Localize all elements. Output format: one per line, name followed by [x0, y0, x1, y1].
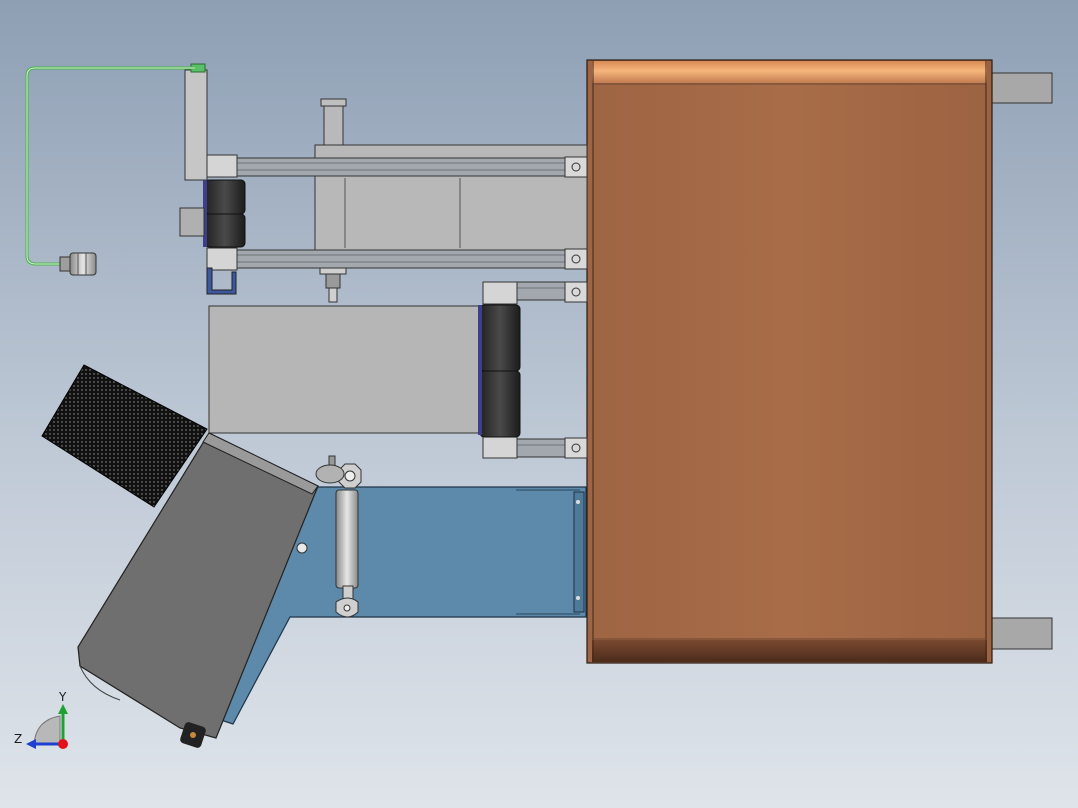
assembly-drawing: Y Z — [14, 59, 1053, 749]
vertical-post — [184, 69, 208, 181]
upper-rail-bottom — [235, 249, 587, 269]
middle-drive-unit — [208, 281, 588, 459]
housing-top-rim — [592, 61, 987, 83]
y-axis-label: Y — [58, 690, 67, 704]
x-axis-origin — [58, 739, 68, 749]
middle-roller-1 — [479, 304, 521, 372]
upper-roller-2 — [204, 213, 246, 248]
housing-mount-tab-bottom — [990, 617, 1053, 650]
axis-triad[interactable]: Y Z — [14, 690, 68, 749]
z-axis-label: Z — [14, 732, 22, 746]
top-cylinder — [323, 105, 344, 149]
cad-viewport[interactable]: Y Z — [0, 0, 1078, 808]
middle-gray-body — [208, 305, 482, 434]
sensor-cable — [25, 66, 195, 276]
middle-roller-2 — [479, 370, 521, 438]
housing-mount-tab-top — [990, 72, 1053, 104]
upper-rail-top — [235, 157, 587, 177]
upper-drive-unit — [179, 63, 588, 303]
housing-body — [586, 59, 993, 664]
copper-housing — [586, 59, 1053, 664]
housing-bottom-rim — [592, 640, 987, 662]
upper-roller-1 — [204, 179, 246, 215]
cable-connector-icon — [59, 252, 97, 276]
